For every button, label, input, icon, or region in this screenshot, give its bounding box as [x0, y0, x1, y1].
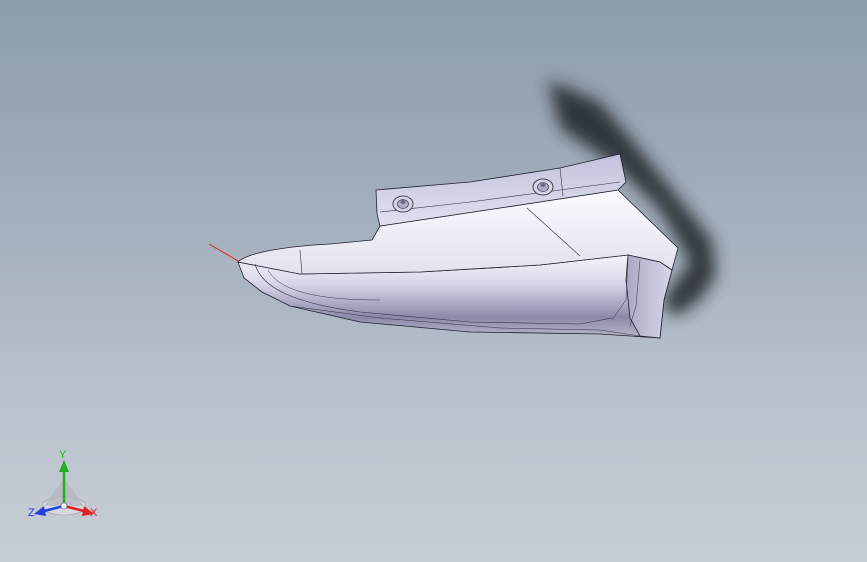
- bolt-left[interactable]: [392, 195, 414, 213]
- y-axis-label: Y: [59, 449, 67, 461]
- bolt-right[interactable]: [532, 178, 554, 196]
- x-axis-label: X: [90, 507, 98, 519]
- graphics-viewport[interactable]: Y X Z: [0, 0, 867, 562]
- z-axis-label: Z: [28, 507, 35, 519]
- triad-origin: [60, 502, 68, 510]
- part-model[interactable]: [237, 153, 679, 339]
- sketch-axis-line: [208, 243, 241, 263]
- reference-triad[interactable]: Y X Z: [22, 444, 106, 528]
- model-canvas[interactable]: [0, 0, 867, 562]
- z-arrow-head: [34, 506, 46, 516]
- y-arrow-head: [59, 460, 69, 472]
